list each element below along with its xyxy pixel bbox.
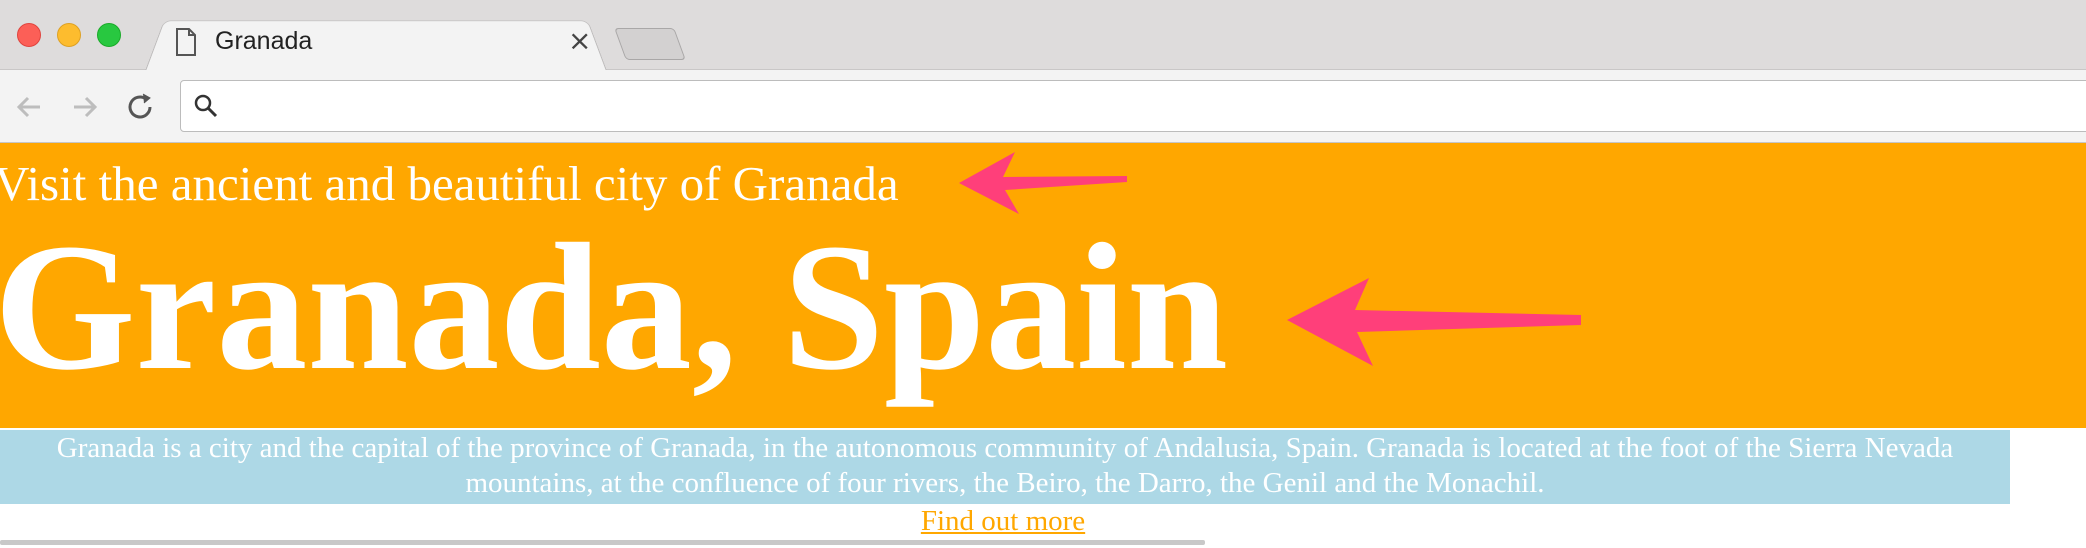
tab-bar: Granada × bbox=[0, 0, 2086, 71]
search-icon bbox=[193, 93, 219, 124]
page-description: Granada is a city and the capital of the… bbox=[0, 430, 2010, 504]
page-tagline: Visit the ancient and beautiful city of … bbox=[0, 156, 899, 211]
minimize-window-button[interactable] bbox=[57, 23, 81, 47]
address-bar[interactable] bbox=[180, 80, 2086, 132]
reload-icon[interactable] bbox=[124, 90, 158, 124]
tab-active[interactable]: Granada × bbox=[170, 14, 600, 69]
close-icon[interactable]: × bbox=[568, 24, 591, 57]
close-window-button[interactable] bbox=[17, 23, 41, 47]
new-tab-button[interactable] bbox=[614, 28, 686, 60]
zoom-window-button[interactable] bbox=[97, 23, 121, 47]
page-title: Granada, Spain bbox=[0, 207, 1229, 408]
back-icon[interactable] bbox=[12, 90, 46, 124]
find-out-more-container: Find out more bbox=[0, 505, 2006, 538]
horizontal-scrollbar[interactable] bbox=[0, 540, 1205, 545]
tab-title: Granada bbox=[215, 27, 313, 55]
document-icon bbox=[175, 28, 197, 61]
address-input[interactable] bbox=[233, 89, 2037, 125]
arrow-annotation bbox=[1287, 278, 1581, 366]
forward-icon[interactable] bbox=[68, 90, 102, 124]
find-out-more-link[interactable]: Find out more bbox=[921, 505, 1085, 537]
browser-toolbar bbox=[0, 70, 2086, 143]
arrow-annotation bbox=[959, 152, 1127, 214]
